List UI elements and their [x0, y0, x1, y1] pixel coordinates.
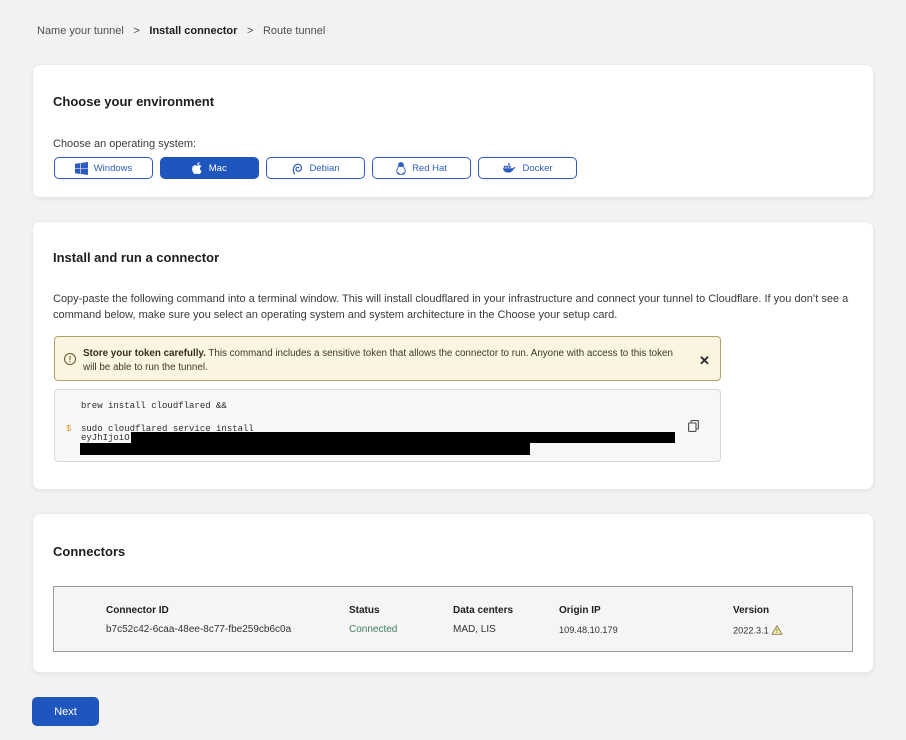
svg-text:!: ! [776, 628, 778, 635]
